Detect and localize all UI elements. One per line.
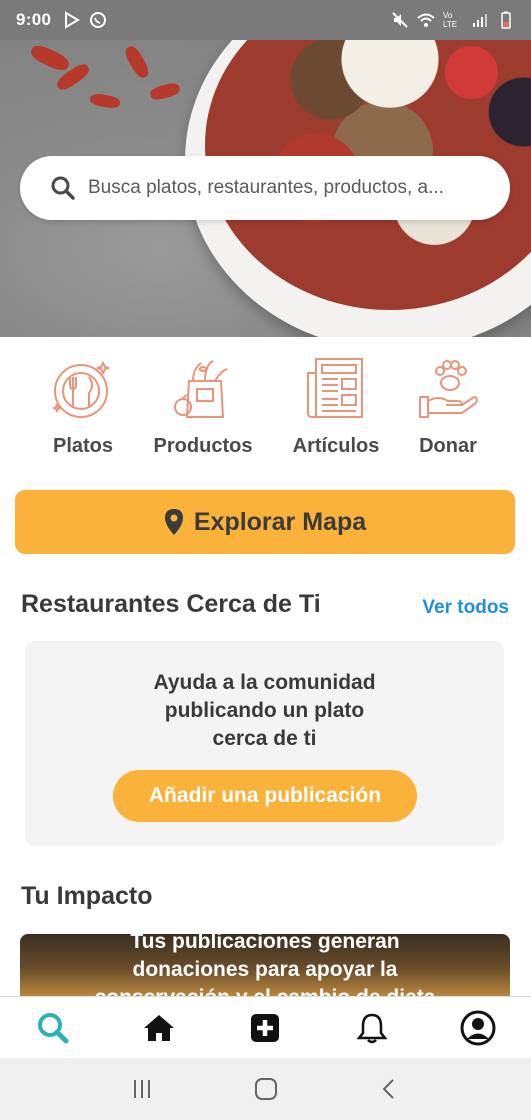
profile-icon: [460, 1010, 496, 1045]
paw-hand-icon: [419, 360, 478, 418]
battery-icon: [501, 11, 511, 29]
play-store-icon: [65, 11, 81, 29]
home-button-icon[interactable]: [254, 1077, 278, 1101]
category-label: Productos: [153, 435, 253, 457]
category-row: Platos Productos Artículos Donar: [0, 355, 531, 470]
location-pin-icon: [164, 509, 183, 535]
nav-home[interactable]: [129, 998, 189, 1058]
empty-line: cerca de ti: [212, 727, 317, 750]
add-post-button[interactable]: Añadir una publicación: [113, 770, 417, 822]
home-icon: [144, 1014, 175, 1041]
impact-section-title: Tu Impacto: [21, 882, 153, 910]
whatsapp-icon: [90, 12, 107, 28]
see-all-link[interactable]: Ver todos: [422, 597, 509, 619]
nav-search[interactable]: [23, 998, 83, 1058]
category-label: Artículos: [292, 435, 380, 457]
newspaper-icon: [307, 358, 363, 418]
add-icon: [251, 1013, 280, 1042]
signal-icon: [473, 14, 487, 27]
category-articulos[interactable]: Artículos: [288, 355, 384, 458]
plate-icon: [51, 360, 110, 418]
restaurants-section-title: Restaurantes Cerca de Ti: [21, 590, 321, 618]
nav-add[interactable]: [235, 998, 295, 1058]
category-platos[interactable]: Platos: [48, 355, 118, 458]
status-time: 9:00: [16, 10, 52, 29]
mute-icon: [392, 12, 408, 28]
search-bar[interactable]: [20, 156, 510, 220]
search-input[interactable]: [88, 177, 490, 199]
empty-state-message: Ayuda a la comunidad publicando un plato…: [25, 669, 504, 753]
empty-line: publicando un plato: [164, 699, 365, 722]
search-icon: [38, 1012, 69, 1043]
wifi-icon: [417, 13, 435, 27]
recent-apps-icon[interactable]: [131, 1078, 153, 1100]
status-bar: 9:00 Vo LTE: [0, 0, 531, 40]
system-nav-bar: [0, 1058, 531, 1120]
impact-banner[interactable]: Tus publicaciones generan donaciones par…: [20, 934, 510, 998]
grocery-bag-icon: [174, 360, 228, 418]
empty-restaurants-card: Ayuda a la comunidad publicando un plato…: [25, 641, 504, 846]
impact-banner-text: Tus publicaciones generan donaciones par…: [20, 934, 510, 998]
nav-notifications[interactable]: [342, 998, 402, 1058]
category-label: Platos: [52, 435, 114, 457]
impact-line: Tus publicaciones generan: [130, 934, 400, 953]
volte-icon: Vo LTE: [443, 11, 458, 29]
bell-icon: [356, 1013, 387, 1043]
empty-line: Ayuda a la comunidad: [153, 671, 376, 694]
category-label: Donar: [419, 435, 477, 457]
status-system-icons: Vo LTE: [391, 11, 515, 29]
back-icon[interactable]: [379, 1078, 401, 1100]
impact-line: donaciones para apoyar la: [132, 958, 398, 981]
status-notification-icons: [63, 11, 107, 29]
nav-profile[interactable]: [448, 998, 508, 1058]
category-donar[interactable]: Donar: [412, 355, 484, 458]
explore-map-label: Explorar Mapa: [193, 507, 367, 536]
explore-map-button[interactable]: Explorar Mapa: [15, 490, 515, 554]
bottom-nav: [0, 996, 531, 1058]
category-productos[interactable]: Productos: [148, 355, 258, 458]
search-icon: [51, 176, 75, 200]
